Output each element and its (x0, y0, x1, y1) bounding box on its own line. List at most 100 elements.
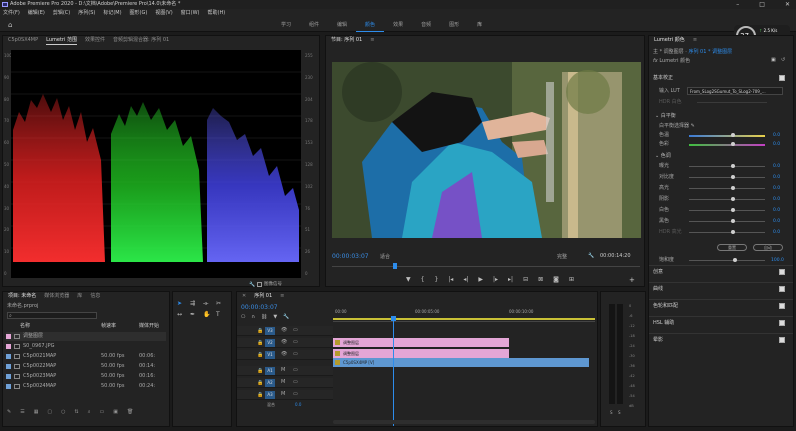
slider-value[interactable]: 0.0 (773, 230, 780, 235)
maximize-icon[interactable]: □ (759, 0, 765, 9)
tab-source[interactable]: C5p0SX4MP (8, 36, 38, 45)
mark-out-icon[interactable]: } (434, 276, 438, 283)
lift-icon[interactable]: ⊟ (523, 276, 528, 283)
timeline-playhead-handle-icon[interactable] (391, 316, 396, 321)
type-tool-icon[interactable]: T (216, 311, 226, 318)
button-editor-icon[interactable]: + (629, 276, 635, 284)
tab-lumetri-scopes[interactable]: Lumetri 范围 (46, 36, 77, 45)
project-item-row[interactable]: C5p0023MAP 50.00 fps 00:16: (6, 372, 166, 381)
hand-tool-icon[interactable]: ✋ (203, 311, 213, 318)
chevron-down-icon[interactable]: ⌄ (655, 113, 659, 119)
tab-lumetri-color[interactable]: Lumetri 颜色 (654, 36, 685, 45)
track-sync-icon[interactable]: ▭ (293, 379, 298, 385)
menu-marker[interactable]: 标记(M) (103, 9, 121, 18)
workspace-color[interactable]: 颜色 (356, 18, 385, 32)
col-media-start[interactable]: 媒体开始 (139, 322, 159, 331)
project-item-row[interactable]: C5p0021MAP 50.00 fps 00:06: (6, 352, 166, 361)
track-eye-icon[interactable]: 👁 (281, 339, 287, 345)
workspace-learn[interactable]: 学习 (272, 18, 300, 32)
track-target[interactable]: V3 (265, 327, 275, 335)
col-fps[interactable]: 帧速率 (101, 322, 139, 331)
lumetri-section-header[interactable]: 曲线 (653, 285, 663, 293)
slider-knob[interactable] (731, 164, 735, 168)
timeline-clip[interactable]: 调整图层 (333, 349, 509, 358)
reset-button[interactable]: 重置 (717, 244, 747, 251)
mark-in-icon[interactable]: { (421, 276, 425, 283)
slider-knob[interactable] (731, 175, 735, 179)
track-lock-icon[interactable]: 🔒 (257, 352, 263, 358)
project-item-row[interactable]: C5p0022MAP 50.00 fps 00:14: (6, 362, 166, 371)
sort-icon[interactable]: ⇅ (75, 409, 79, 415)
slider-knob[interactable] (731, 186, 735, 190)
track-target[interactable]: A3 (265, 391, 275, 399)
saturation-slider[interactable] (689, 260, 765, 261)
slider-knob[interactable] (731, 142, 735, 146)
slider-value[interactable]: 0.0 (773, 197, 780, 202)
slider-knob[interactable] (731, 219, 735, 223)
delete-icon[interactable]: 🗑 (127, 409, 133, 415)
program-settings-icon[interactable]: 🔧 (588, 253, 594, 259)
solo-right-button[interactable]: S (618, 410, 621, 415)
lumetri-section-header[interactable]: 晕影 (653, 336, 663, 344)
program-resolution-dropdown[interactable]: 完整 (557, 253, 567, 260)
track-lock-icon[interactable]: 🔒 (257, 392, 263, 398)
track-header[interactable]: 🔒 V2 👁 ▭ (237, 338, 333, 348)
slider-knob[interactable] (731, 230, 735, 234)
workspace-editing[interactable]: 编辑 (328, 18, 356, 32)
workspace-effects[interactable]: 效果 (384, 18, 412, 32)
basic-correction-header[interactable]: 基本校正 (653, 74, 673, 82)
slider-track[interactable] (689, 166, 765, 167)
step-back-icon[interactable]: ◂| (463, 276, 468, 283)
workspace-assembly[interactable]: 组件 (300, 18, 328, 32)
scope-clamp-checkbox[interactable] (257, 282, 262, 287)
track-lock-icon[interactable]: 🔒 (257, 368, 263, 374)
track-mute-icon[interactable]: M (281, 379, 285, 385)
track-target[interactable]: V1 (265, 351, 275, 359)
track-sync-icon[interactable]: ▭ (293, 391, 298, 397)
slider-knob[interactable] (731, 133, 735, 137)
track-eye-icon[interactable]: 👁 (281, 327, 287, 333)
lumetri-section-header[interactable]: 创意 (653, 268, 663, 276)
timeline-scrollbar[interactable] (333, 420, 595, 424)
track-target[interactable]: A2 (265, 379, 275, 387)
chevron-down-icon[interactable]: ⌄ (655, 153, 659, 159)
timeline-menu-icon[interactable]: ≡ (280, 292, 284, 301)
audio-mix-value[interactable]: 0.0 (295, 402, 301, 407)
timeline-timecode[interactable]: 00:00:03:07 (241, 304, 278, 311)
project-item-row[interactable]: S0_0967.JPG (6, 342, 166, 351)
go-to-in-icon[interactable]: |◂ (448, 276, 453, 283)
menu-help[interactable]: 帮助(H) (208, 9, 226, 18)
menu-view[interactable]: 视图(V) (155, 9, 172, 18)
timeline-clip[interactable]: 调整图层 (333, 338, 509, 347)
tab-media-browser[interactable]: 媒体浏览器 (44, 292, 69, 301)
export-frame-icon[interactable]: ◙ (553, 276, 559, 283)
slider-knob[interactable] (731, 197, 735, 201)
program-playhead-icon[interactable] (393, 263, 397, 269)
tab-libraries[interactable]: 库 (77, 292, 82, 301)
tab-audio-clip-mixer[interactable]: 音频剪辑混合器: 序列 01 (113, 36, 169, 45)
program-ruler[interactable] (332, 266, 640, 270)
track-mute-icon[interactable]: M (281, 367, 285, 373)
comparison-view-icon[interactable]: ⊞ (569, 276, 574, 283)
selection-tool-icon[interactable]: ➤ (177, 300, 187, 308)
slider-value[interactable]: 0.0 (773, 186, 780, 191)
icon-view-icon[interactable]: ▦ (34, 409, 39, 415)
track-header[interactable]: 🔒 A1 M ▭ (237, 366, 333, 376)
track-mute-icon[interactable]: M (281, 391, 285, 397)
basic-correction-checkbox[interactable] (779, 75, 785, 81)
timeline-settings-icon[interactable]: 🔧 (283, 314, 289, 320)
find-icon[interactable]: ⌕ (88, 409, 91, 415)
extract-icon[interactable]: ⊠ (538, 276, 543, 283)
track-sync-icon[interactable]: ▭ (293, 339, 298, 345)
lumetri-section-checkbox[interactable] (779, 269, 785, 275)
nest-icon[interactable]: ⎔ (241, 314, 245, 320)
pencil-icon[interactable]: ✎ (7, 409, 11, 415)
menu-graphics[interactable]: 图形(G) (130, 9, 148, 18)
play-icon[interactable]: ▶ (478, 276, 483, 283)
track-lock-icon[interactable]: 🔒 (257, 340, 263, 346)
lumetri-section-checkbox[interactable] (779, 303, 785, 309)
tone-header[interactable]: 色调 (661, 153, 671, 159)
lumetri-sequence-clip[interactable]: 序列 01 * 调整图层 (688, 49, 732, 55)
lumetri-section-checkbox[interactable] (779, 286, 785, 292)
workspace-more-icon[interactable]: » (478, 21, 481, 27)
